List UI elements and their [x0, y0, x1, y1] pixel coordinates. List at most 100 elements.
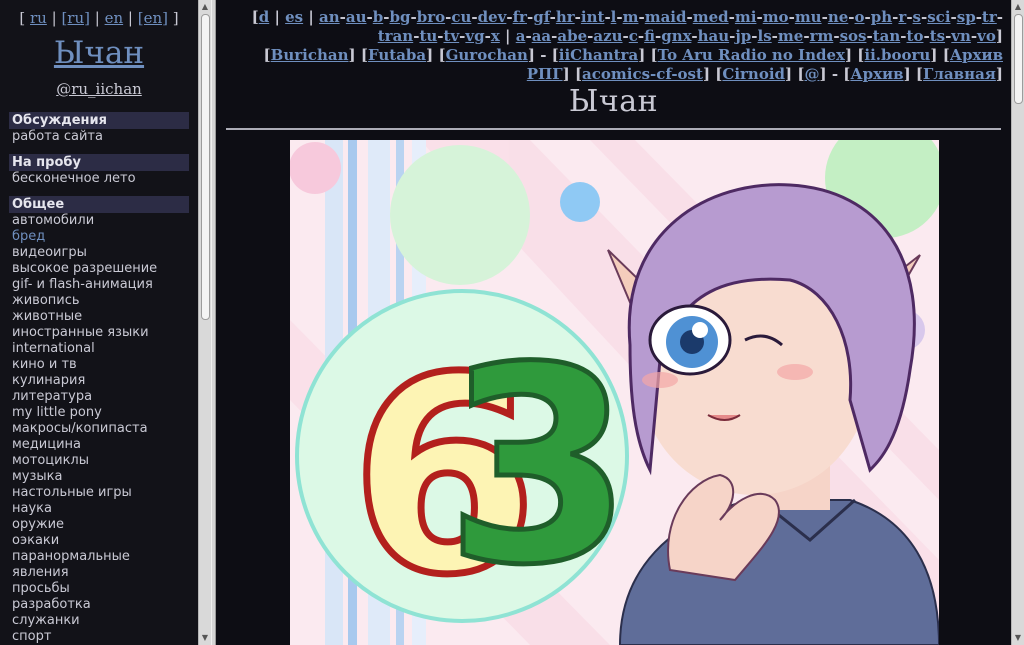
sidebar-board-link[interactable]: настольные игры — [12, 485, 189, 501]
lang-link-ru-bracket[interactable]: [ru] — [61, 9, 90, 27]
board-link[interactable]: s — [913, 8, 921, 26]
scroll-thumb[interactable] — [1014, 14, 1023, 104]
board-link[interactable]: me — [778, 27, 803, 45]
board-link[interactable]: sci — [927, 8, 950, 26]
board-link[interactable]: bro — [417, 8, 445, 26]
external-site-link[interactable]: Burichan — [271, 46, 349, 64]
board-link[interactable]: fr — [513, 8, 527, 26]
sidebar-board-link[interactable]: автомобили — [12, 213, 189, 229]
external-site-link[interactable]: @ — [804, 65, 819, 83]
sidebar-board-link[interactable]: наука — [12, 501, 189, 517]
scroll-up-arrow-icon[interactable]: ▲ — [1012, 1, 1024, 13]
board-link[interactable]: es — [285, 8, 303, 26]
board-link[interactable]: sp — [957, 8, 976, 26]
board-link[interactable]: sos — [840, 27, 867, 45]
board-link[interactable]: ls — [758, 27, 772, 45]
board-link[interactable]: an — [319, 8, 340, 26]
sidebar-board-link[interactable]: служанки — [12, 613, 189, 629]
sidebar-board-link[interactable]: разработка — [12, 597, 189, 613]
sidebar-board-link[interactable]: my little pony — [12, 405, 189, 421]
lang-link-ru[interactable]: ru — [30, 9, 47, 27]
board-link[interactable]: m — [623, 8, 639, 26]
external-site-link[interactable]: Архив — [850, 65, 903, 83]
board-link[interactable]: tu — [419, 27, 437, 45]
board-link[interactable]: med — [693, 8, 729, 26]
board-link[interactable]: hr — [556, 8, 575, 26]
sidebar-board-link[interactable]: явления — [12, 565, 189, 581]
sidebar-board-link[interactable]: оружие — [12, 517, 189, 533]
board-link[interactable]: mi — [735, 8, 757, 26]
board-link[interactable]: bg — [389, 8, 410, 26]
board-link[interactable]: azu — [593, 27, 622, 45]
external-site-link[interactable]: To Aru Radio no Index — [658, 46, 845, 64]
sidebar-board-link[interactable]: паранормальные — [12, 549, 189, 565]
board-link[interactable]: dev — [478, 8, 507, 26]
sidebar-board-link[interactable]: высокое разрешение — [12, 261, 189, 277]
sidebar-board-link[interactable]: животные — [12, 309, 189, 325]
lang-link-en[interactable]: en — [105, 9, 124, 27]
sidebar-board-link[interactable]: медицина — [12, 437, 189, 453]
board-link[interactable]: l — [611, 8, 617, 26]
board-link[interactable]: to — [907, 27, 924, 45]
sidebar-board-link[interactable]: иностранные языки — [12, 325, 189, 341]
sidebar-board-link[interactable]: работа сайта — [12, 129, 189, 145]
board-link[interactable]: gnx — [661, 27, 691, 45]
board-banner-image[interactable]: 6 3 — [290, 140, 939, 645]
board-link[interactable]: mu — [795, 8, 822, 26]
board-link[interactable]: abe — [557, 27, 587, 45]
scroll-thumb[interactable] — [201, 14, 210, 320]
board-link[interactable]: d — [259, 8, 270, 26]
sidebar-board-link[interactable]: спорт — [12, 629, 189, 645]
board-link[interactable]: maid — [645, 8, 687, 26]
board-link[interactable]: r — [898, 8, 906, 26]
external-site-link[interactable]: ii.booru — [864, 46, 930, 64]
board-link[interactable]: ts — [930, 27, 945, 45]
board-link[interactable]: ph — [871, 8, 892, 26]
board-link[interactable]: aa — [532, 27, 551, 45]
sidebar-board-link[interactable]: кино и тв — [12, 357, 189, 373]
site-handle-link[interactable]: @ru_iichan — [0, 80, 198, 98]
board-link[interactable]: tran — [378, 27, 413, 45]
board-link[interactable]: int — [581, 8, 605, 26]
board-link[interactable]: o — [855, 8, 865, 26]
sidebar-board-link[interactable]: мотоциклы — [12, 453, 189, 469]
external-site-link[interactable]: Gurochan — [446, 46, 528, 64]
sidebar-board-link[interactable]: бред — [12, 229, 189, 245]
scroll-down-arrow-icon[interactable]: ▼ — [199, 632, 211, 644]
board-link[interactable]: gf — [533, 8, 549, 26]
external-site-link[interactable]: Cirnoid — [722, 65, 785, 83]
scroll-down-arrow-icon[interactable]: ▼ — [1012, 632, 1024, 644]
board-link[interactable]: c — [629, 27, 638, 45]
board-link[interactable]: b — [373, 8, 384, 26]
sidebar-board-link[interactable]: видеоигры — [12, 245, 189, 261]
sidebar-board-link[interactable]: кулинария — [12, 373, 189, 389]
external-site-link[interactable]: iiChantra — [559, 46, 638, 64]
sidebar-scrollbar[interactable]: ▲ ▼ — [198, 0, 211, 645]
board-link[interactable]: a — [516, 27, 526, 45]
board-link[interactable]: cu — [451, 8, 471, 26]
sidebar-board-link[interactable]: international — [12, 341, 189, 357]
lang-link-en-bracket[interactable]: [en] — [138, 9, 168, 27]
board-link[interactable]: ne — [828, 8, 848, 26]
sidebar-board-link[interactable]: оэкаки — [12, 533, 189, 549]
sidebar-board-link[interactable]: живопись — [12, 293, 189, 309]
board-link[interactable]: vg — [465, 27, 484, 45]
sidebar-board-link[interactable]: просьбы — [12, 581, 189, 597]
board-link[interactable]: vo — [977, 27, 996, 45]
sidebar-board-link[interactable]: макросы/копипаста — [12, 421, 189, 437]
sidebar-board-link[interactable]: литература — [12, 389, 189, 405]
board-link[interactable]: x — [491, 27, 500, 45]
board-link[interactable]: hau — [698, 27, 730, 45]
board-link[interactable]: tan — [873, 27, 901, 45]
external-site-link[interactable]: acomics-cf-ost — [582, 65, 703, 83]
sidebar-board-link[interactable]: gif- и flash-анимация — [12, 277, 189, 293]
board-link[interactable]: vn — [951, 27, 971, 45]
board-link[interactable]: rm — [810, 27, 834, 45]
sidebar-board-link[interactable]: бесконечное лето — [12, 171, 189, 187]
external-site-link[interactable]: Главная — [923, 65, 996, 83]
site-title-link[interactable]: Ычан — [0, 35, 198, 71]
board-link[interactable]: tr — [982, 8, 997, 26]
board-link[interactable]: au — [346, 8, 367, 26]
board-link[interactable]: tv — [444, 27, 460, 45]
scroll-up-arrow-icon[interactable]: ▲ — [199, 1, 211, 13]
